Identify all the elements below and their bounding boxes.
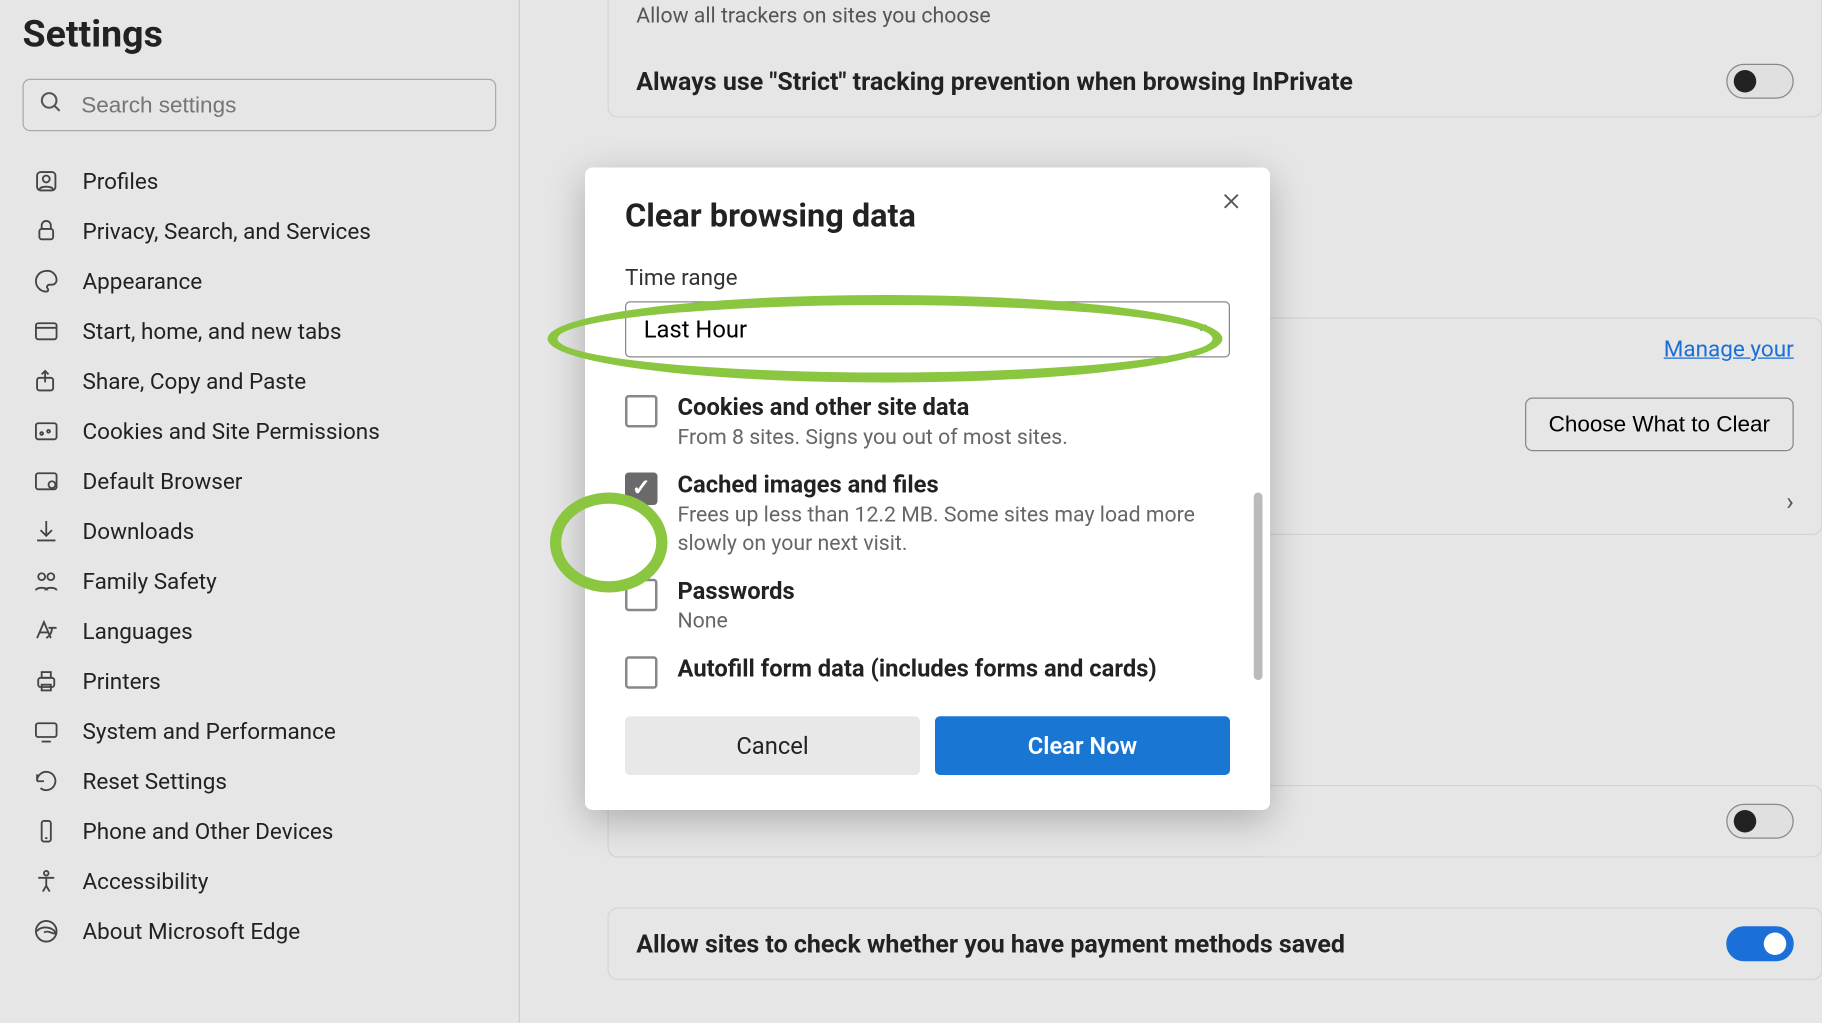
- time-range-label: Time range: [625, 265, 1230, 291]
- option-cached[interactable]: Cached images and files Frees up less th…: [625, 470, 1230, 559]
- option-title: Cookies and other site data: [678, 393, 1068, 422]
- option-title: Cached images and files: [678, 470, 1231, 499]
- checkbox-cookies[interactable]: [625, 395, 658, 428]
- checkbox-autofill[interactable]: [625, 656, 658, 689]
- option-passwords[interactable]: Passwords None: [625, 576, 1230, 636]
- dialog-title: Clear browsing data: [625, 198, 1230, 236]
- clear-browsing-data-dialog: Clear browsing data Time range Last Hour…: [585, 168, 1270, 810]
- option-title: Autofill form data (includes forms and c…: [678, 653, 1157, 682]
- option-desc: From 8 sites. Signs you out of most site…: [678, 424, 1068, 453]
- clear-now-button[interactable]: Clear Now: [935, 716, 1230, 775]
- dialog-overlay: Clear browsing data Time range Last Hour…: [0, 0, 1822, 1023]
- dialog-scrollbar-thumb[interactable]: [1254, 493, 1263, 681]
- option-cookies[interactable]: Cookies and other site data From 8 sites…: [625, 393, 1230, 453]
- checkbox-cached[interactable]: [625, 472, 658, 505]
- chevron-down-icon: [1191, 315, 1211, 344]
- option-title: Passwords: [678, 576, 795, 605]
- time-range-select[interactable]: Last Hour: [625, 301, 1230, 357]
- cancel-button[interactable]: Cancel: [625, 716, 920, 775]
- option-desc: None: [678, 607, 795, 636]
- time-range-value: Last Hour: [644, 315, 747, 344]
- checkbox-passwords[interactable]: [625, 579, 658, 612]
- option-desc: Frees up less than 12.2 MB. Some sites m…: [678, 501, 1231, 558]
- close-button[interactable]: [1215, 185, 1248, 218]
- option-autofill[interactable]: Autofill form data (includes forms and c…: [625, 653, 1230, 688]
